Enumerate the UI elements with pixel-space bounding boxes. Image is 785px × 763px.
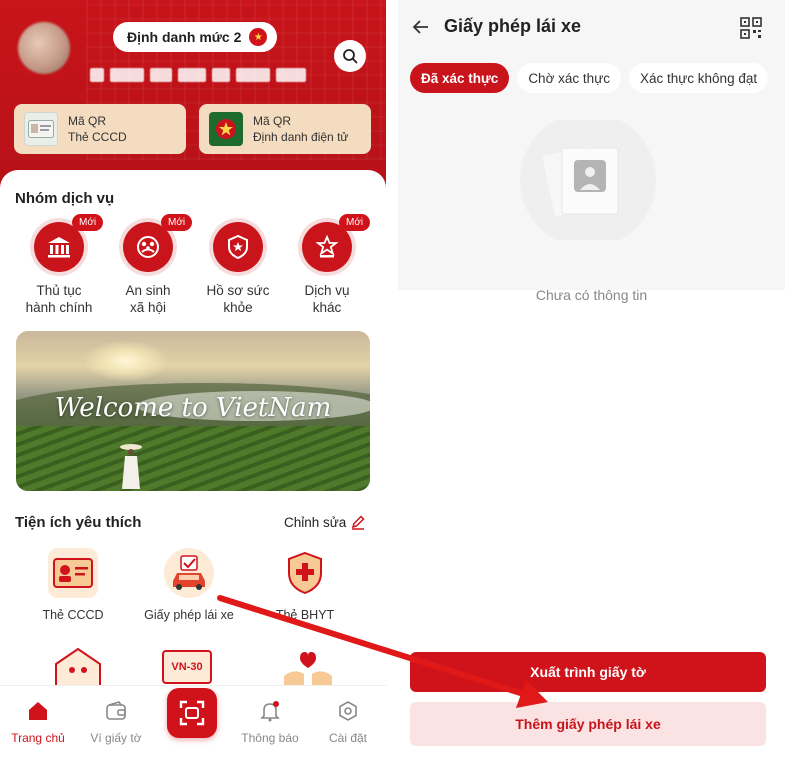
- search-button[interactable]: [334, 40, 366, 72]
- new-badge: Mới: [161, 214, 193, 231]
- service-label-line1: Hồ sơ sức: [206, 283, 270, 298]
- favorites-section-title: Tiện ích yêu thích: [15, 514, 142, 531]
- bell-icon: [260, 701, 280, 722]
- identity-level-label: Định danh mức 2: [127, 29, 242, 45]
- nav-wallet-label: Ví giấy tờ: [90, 731, 142, 745]
- nav-notifications[interactable]: Thông báo: [232, 700, 308, 745]
- service-health-record[interactable]: Hồ sơ sức khỏe: [193, 222, 283, 316]
- home-screen: Định danh mức 2 ★ Mã QR Thẻ CCCD Mã QR Đ…: [0, 0, 386, 763]
- favorites-edit-label: Chỉnh sửa: [284, 514, 347, 530]
- present-document-button[interactable]: Xuất trình giấy tờ: [410, 652, 766, 692]
- new-badge: Mới: [72, 214, 104, 231]
- settings-icon: [339, 701, 357, 721]
- qr-code-icon[interactable]: [740, 17, 762, 39]
- pencil-icon: [352, 515, 365, 530]
- service-social-security[interactable]: An sinh xã hội: [103, 222, 193, 316]
- star-shield-icon: ★: [249, 28, 268, 46]
- driver-license-icon: [164, 548, 214, 598]
- service-other[interactable]: Dịch vụ khác: [282, 222, 372, 316]
- license-screen: Giấy phép lái xe Đã xác thực Chờ xác thự…: [398, 0, 785, 763]
- qr-cccd-line1: Mã QR: [68, 114, 107, 128]
- favorite-health-insurance[interactable]: Thẻ BHYT: [250, 548, 360, 622]
- search-icon: [343, 49, 358, 64]
- nav-settings-label: Cài đặt: [328, 731, 368, 745]
- favorite-driver-license[interactable]: Giấy phép lái xe: [134, 548, 244, 622]
- qr-digital-id-line1: Mã QR: [253, 114, 292, 128]
- favorite-cccd[interactable]: Thẻ CCCD: [18, 548, 128, 622]
- health-shield-icon: [213, 222, 263, 272]
- vehicle-plate-icon[interactable]: VN-30: [162, 650, 212, 684]
- service-label-line2: xã hội: [129, 300, 167, 315]
- bottom-navigation: Trang chủ Ví giấy tờ Thông báo Cài đặt: [0, 685, 386, 763]
- banner-welcome-text: Welcome to VietNam: [54, 393, 332, 423]
- emblem-icon: [209, 112, 243, 146]
- scan-button[interactable]: [167, 688, 217, 738]
- service-label-line1: An sinh: [125, 283, 171, 298]
- service-label-line2: khỏe: [223, 300, 253, 315]
- qr-cccd-line2: Thẻ CCCD: [68, 130, 127, 144]
- identity-level-badge[interactable]: Định danh mức 2 ★: [113, 22, 278, 52]
- health-insurance-icon: [280, 548, 330, 598]
- favorites-edit-button[interactable]: Chỉnh sửa: [284, 514, 366, 530]
- qr-digital-id-line2: Định danh điện tử: [253, 130, 349, 144]
- empty-state-text: Chưa có thông tin: [535, 287, 648, 303]
- new-badge: Mới: [339, 214, 371, 231]
- add-driver-license-button[interactable]: Thêm giấy phép lái xe: [410, 702, 766, 746]
- service-label-line2: khác: [312, 300, 342, 315]
- welcome-banner[interactable]: Welcome to VietNam: [16, 331, 370, 491]
- favorite-label: Giấy phép lái xe: [144, 608, 234, 622]
- house-family-icon[interactable]: [48, 646, 108, 686]
- status-tabs: Đã xác thực Chờ xác thực Xác thực không …: [410, 63, 769, 93]
- license-title-row: Giấy phép lái xe: [412, 16, 581, 37]
- masked-user-name: [90, 68, 306, 82]
- wallet-icon: [106, 701, 126, 720]
- home-icon: [29, 702, 47, 720]
- avatar[interactable]: [18, 22, 70, 74]
- service-label-line2: hành chính: [25, 300, 93, 315]
- nav-settings[interactable]: Cài đặt: [310, 700, 386, 745]
- nav-home[interactable]: Trang chủ: [0, 700, 76, 745]
- scan-icon: [179, 700, 205, 726]
- tab-failed[interactable]: Xác thực không đạt: [628, 63, 769, 93]
- qr-digital-id-card[interactable]: Mã QR Định danh điện tử: [199, 104, 371, 154]
- nav-home-label: Trang chủ: [11, 731, 65, 745]
- qr-cccd-card[interactable]: Mã QR Thẻ CCCD: [14, 104, 186, 154]
- service-label-line1: Dịch vụ: [304, 283, 350, 298]
- services-section-title: Nhóm dịch vụ: [15, 190, 115, 207]
- service-label-line1: Thủ tục: [36, 283, 82, 298]
- favorite-label: Thẻ CCCD: [42, 608, 104, 622]
- favorite-label: Thẻ BHYT: [275, 608, 335, 622]
- id-card-thumb-icon: [24, 112, 58, 146]
- hands-heart-icon[interactable]: [278, 646, 338, 686]
- nav-notifications-label: Thông báo: [241, 731, 299, 745]
- vehicle-plate-label: VN-30: [171, 661, 203, 673]
- back-arrow-icon[interactable]: [412, 18, 430, 36]
- id-card-icon: [48, 548, 98, 598]
- person-figure: [120, 444, 142, 489]
- nav-wallet[interactable]: Ví giấy tờ: [78, 700, 154, 745]
- page-title: Giấy phép lái xe: [444, 16, 582, 36]
- empty-document-icon: [520, 120, 656, 240]
- tab-pending[interactable]: Chờ xác thực: [517, 63, 621, 93]
- service-administrative[interactable]: Thủ tục hành chính: [14, 222, 104, 316]
- tab-verified[interactable]: Đã xác thực: [410, 63, 510, 93]
